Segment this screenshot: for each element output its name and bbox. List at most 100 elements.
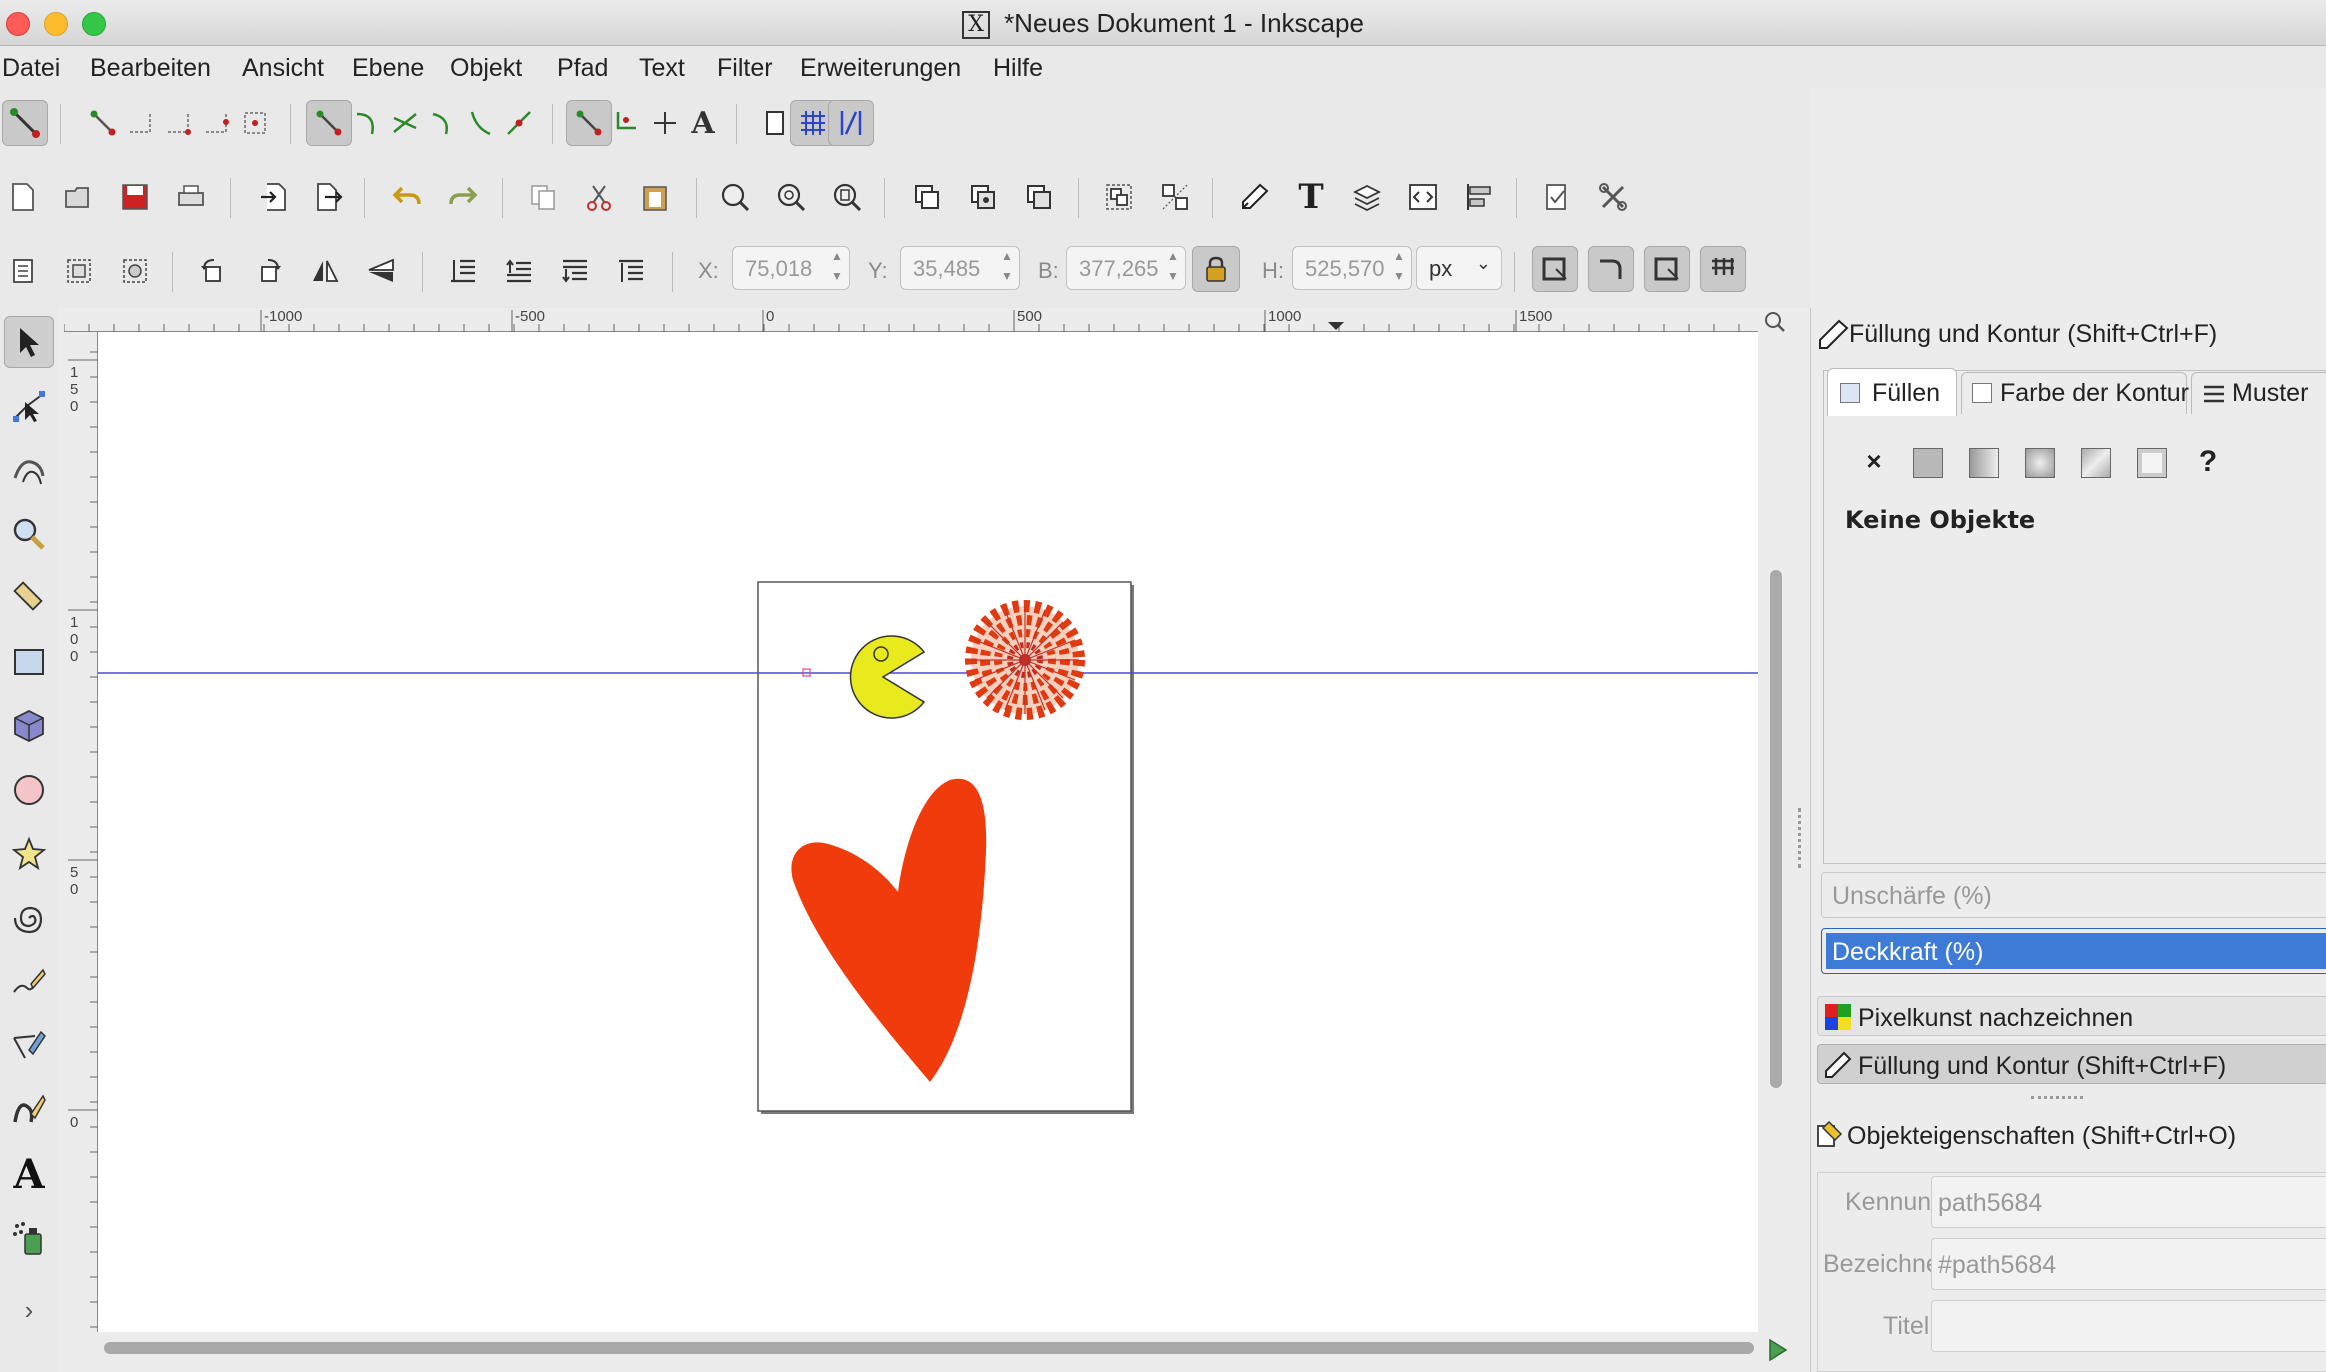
group-icon[interactable] xyxy=(1096,174,1142,220)
duplicate-icon[interactable] xyxy=(904,174,950,220)
horizontal-scrollbar[interactable] xyxy=(98,1332,1758,1366)
save-document-icon[interactable] xyxy=(112,174,158,220)
cut-icon[interactable] xyxy=(576,174,622,220)
horizontal-ruler[interactable]: -1000 -500 0 500 1000 1500 xyxy=(64,308,1758,332)
selector-tool-icon[interactable] xyxy=(4,316,54,368)
snap-line-midpoints-icon[interactable] xyxy=(496,100,542,146)
copy-icon[interactable] xyxy=(520,174,566,220)
move-patterns-icon[interactable] xyxy=(1700,246,1746,292)
snap-toggle-icon[interactable] xyxy=(2,100,48,146)
fill-stroke-dialog-icon[interactable] xyxy=(1232,174,1278,220)
unit-select[interactable]: px ⌄ xyxy=(1416,246,1502,290)
pattern-icon[interactable] xyxy=(2137,448,2167,478)
layers-dialog-icon[interactable] xyxy=(1344,174,1390,220)
tab-fill[interactable]: Füllen xyxy=(1827,368,1957,416)
undo-icon[interactable] xyxy=(384,174,430,220)
y-spinner[interactable]: ▲ ▼ xyxy=(996,246,1018,290)
xml-editor-icon[interactable] xyxy=(1400,174,1446,220)
zoom-tool-icon[interactable] xyxy=(4,508,54,560)
snap-bbox-center-icon[interactable] xyxy=(232,100,278,146)
export-icon[interactable] xyxy=(306,174,352,220)
zoom-page-icon[interactable] xyxy=(824,174,870,220)
preferences-icon[interactable] xyxy=(1590,174,1636,220)
lower-icon[interactable] xyxy=(552,248,598,294)
panel-resize-handle[interactable] xyxy=(1798,808,1804,868)
new-document-icon[interactable] xyxy=(0,174,46,220)
spray-tool-icon[interactable] xyxy=(4,1212,54,1264)
label-input[interactable]: #path5684 xyxy=(1931,1238,2326,1290)
trace-pixel-art-dock[interactable]: Pixelkunst nachzeichnen xyxy=(1817,996,2326,1036)
tweak-tool-icon[interactable] xyxy=(4,444,54,496)
pen-tool-icon[interactable] xyxy=(4,1020,54,1072)
ungroup-icon[interactable] xyxy=(1152,174,1198,220)
scale-corners-icon[interactable] xyxy=(1588,246,1634,292)
title-input[interactable] xyxy=(1931,1300,2326,1352)
3d-box-tool-icon[interactable] xyxy=(4,700,54,752)
tab-stroke-style[interactable]: Muster xyxy=(2191,372,2326,414)
drawing-canvas[interactable] xyxy=(98,332,1758,1332)
radial-gradient-icon[interactable] xyxy=(2025,448,2055,478)
menu-text[interactable]: Text xyxy=(639,54,685,83)
mandala-shape[interactable] xyxy=(965,600,1085,720)
unset-paint-icon[interactable]: ? xyxy=(2191,442,2225,482)
print-icon[interactable] xyxy=(168,174,214,220)
flip-horizontal-icon[interactable] xyxy=(302,248,348,294)
opacity-slider[interactable]: Deckkraft (%) xyxy=(1821,928,2326,974)
zoom-corner-icon[interactable] xyxy=(1762,310,1788,334)
menu-bearbeiten[interactable]: Bearbeiten xyxy=(90,54,211,83)
snap-guides-icon[interactable] xyxy=(828,100,874,146)
menu-filter[interactable]: Filter xyxy=(717,54,773,83)
blur-slider[interactable]: Unschärfe (%) xyxy=(1821,872,2326,918)
text-font-dialog-icon[interactable]: T xyxy=(1288,174,1334,220)
text-tool-icon[interactable]: A xyxy=(4,1148,54,1200)
raise-to-top-icon[interactable] xyxy=(440,248,486,294)
menu-datei[interactable]: Datei xyxy=(2,54,60,83)
measure-tool-icon[interactable] xyxy=(4,572,54,624)
id-input[interactable]: path5684 xyxy=(1931,1176,2326,1228)
zoom-selection-icon[interactable] xyxy=(712,174,758,220)
width-spinner[interactable]: ▲ ▼ xyxy=(1162,246,1184,290)
flip-vertical-icon[interactable] xyxy=(358,248,404,294)
ellipse-tool-icon[interactable] xyxy=(4,764,54,816)
redo-icon[interactable] xyxy=(440,174,486,220)
move-gradients-icon[interactable] xyxy=(1644,246,1690,292)
star-tool-icon[interactable] xyxy=(4,828,54,880)
snap-text-baseline-icon[interactable]: A xyxy=(680,100,726,146)
unlink-clone-icon[interactable] xyxy=(1016,174,1062,220)
select-all-icon[interactable] xyxy=(0,248,46,294)
vertical-scroll-thumb[interactable] xyxy=(1770,570,1782,1088)
align-distribute-icon[interactable] xyxy=(1456,174,1502,220)
node-tool-icon[interactable] xyxy=(4,380,54,432)
paste-icon[interactable] xyxy=(632,174,678,220)
lock-aspect-icon[interactable] xyxy=(1192,246,1240,292)
color-manage-icon[interactable] xyxy=(1764,1336,1790,1362)
rotate-cw-icon[interactable] xyxy=(246,248,292,294)
zoom-drawing-icon[interactable] xyxy=(768,174,814,220)
dock-drag-handle[interactable] xyxy=(2031,1096,2083,1100)
open-document-icon[interactable] xyxy=(56,174,102,220)
x-spinner[interactable]: ▲ ▼ xyxy=(826,246,848,290)
chevron-right-icon[interactable]: › xyxy=(4,1284,54,1336)
menu-ebene[interactable]: Ebene xyxy=(352,54,424,83)
clone-icon[interactable] xyxy=(960,174,1006,220)
document-properties-icon[interactable] xyxy=(1534,174,1580,220)
rotate-ccw-icon[interactable] xyxy=(190,248,236,294)
menu-erweiterungen[interactable]: Erweiterungen xyxy=(800,54,961,83)
calligraphy-tool-icon[interactable] xyxy=(4,1084,54,1136)
import-icon[interactable] xyxy=(250,174,296,220)
lower-to-bottom-icon[interactable] xyxy=(608,248,654,294)
vertical-ruler[interactable]: 150 100 50 0 xyxy=(64,332,98,1332)
raise-icon[interactable] xyxy=(496,248,542,294)
horizontal-scroll-thumb[interactable] xyxy=(104,1342,1754,1354)
no-paint-icon[interactable]: × xyxy=(1857,444,1891,478)
scale-stroke-icon[interactable] xyxy=(1532,246,1578,292)
pencil-tool-icon[interactable] xyxy=(4,956,54,1008)
vertical-scrollbar[interactable] xyxy=(1758,332,1794,1332)
menu-ansicht[interactable]: Ansicht xyxy=(242,54,324,83)
menu-objekt[interactable]: Objekt xyxy=(450,54,522,83)
deselect-icon[interactable] xyxy=(112,248,158,294)
menu-pfad[interactable]: Pfad xyxy=(557,54,608,83)
spiral-tool-icon[interactable] xyxy=(4,892,54,944)
height-spinner[interactable]: ▲ ▼ xyxy=(1388,246,1410,290)
linear-gradient-icon[interactable] xyxy=(1969,448,1999,478)
